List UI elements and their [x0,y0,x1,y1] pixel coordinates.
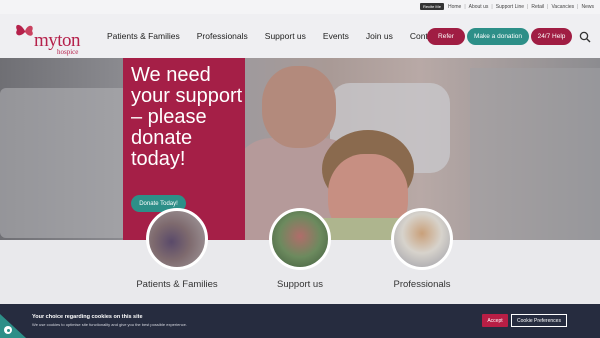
main-nav: Patients & Families Professionals Suppor… [107,31,456,41]
professionals-image[interactable] [391,208,453,270]
utility-link-about[interactable]: About us [469,4,489,10]
nav-events[interactable]: Events [323,31,349,41]
section-label-support-us[interactable]: Support us [240,279,360,290]
cookie-banner: Your choice regarding cookies on this si… [0,304,600,338]
cookie-preferences-button[interactable]: Cookie Preferences [511,314,567,327]
make-donation-button[interactable]: Make a donation [467,28,529,45]
support-us-image[interactable] [269,208,331,270]
cookie-settings-tab[interactable] [0,314,26,338]
nav-join-us[interactable]: Join us [366,31,393,41]
hero-woman-face [262,66,336,148]
logo-subtitle: hospice [57,48,79,56]
search-icon[interactable] [579,31,591,43]
site-logo[interactable]: myton hospice [14,18,94,56]
utility-link-news[interactable]: News [581,4,594,10]
butterfly-icon [16,24,33,36]
nav-professionals[interactable]: Professionals [197,31,248,41]
utility-bar: Recite Me Home | About us | Support Line | … [0,0,600,14]
cookie-gear-icon[interactable] [4,326,12,334]
hero-headline: We need your support – please donate tod… [131,64,243,170]
nav-patients-families[interactable]: Patients & Families [107,31,180,41]
utility-link-support-line[interactable]: Support Line [496,4,524,10]
cookie-accept-button[interactable]: Accept [482,314,508,327]
utility-link-home[interactable]: Home [448,4,461,10]
hero-background-bed [0,88,130,238]
utility-links: Recite Me Home | About us | Support Line | … [419,3,594,10]
section-label-professionals[interactable]: Professionals [362,279,482,290]
nav-support-us[interactable]: Support us [265,31,306,41]
utility-link-retail[interactable]: Retail [531,4,544,10]
cookie-title: Your choice regarding cookies on this si… [32,314,143,320]
hero-background-chair [470,68,600,240]
help-button[interactable]: 24/7 Help [531,28,572,45]
patients-families-image[interactable] [146,208,208,270]
refer-button[interactable]: Refer [427,28,465,45]
utility-link-vacancies[interactable]: Vacancies [551,4,574,10]
section-label-patients-families[interactable]: Patients & Families [117,279,237,290]
site-header: myton hospice Patients & Families Profes… [0,14,600,58]
accessibility-button[interactable]: Recite Me [419,3,444,10]
cookie-text: We use cookies to optimise site function… [32,322,187,327]
